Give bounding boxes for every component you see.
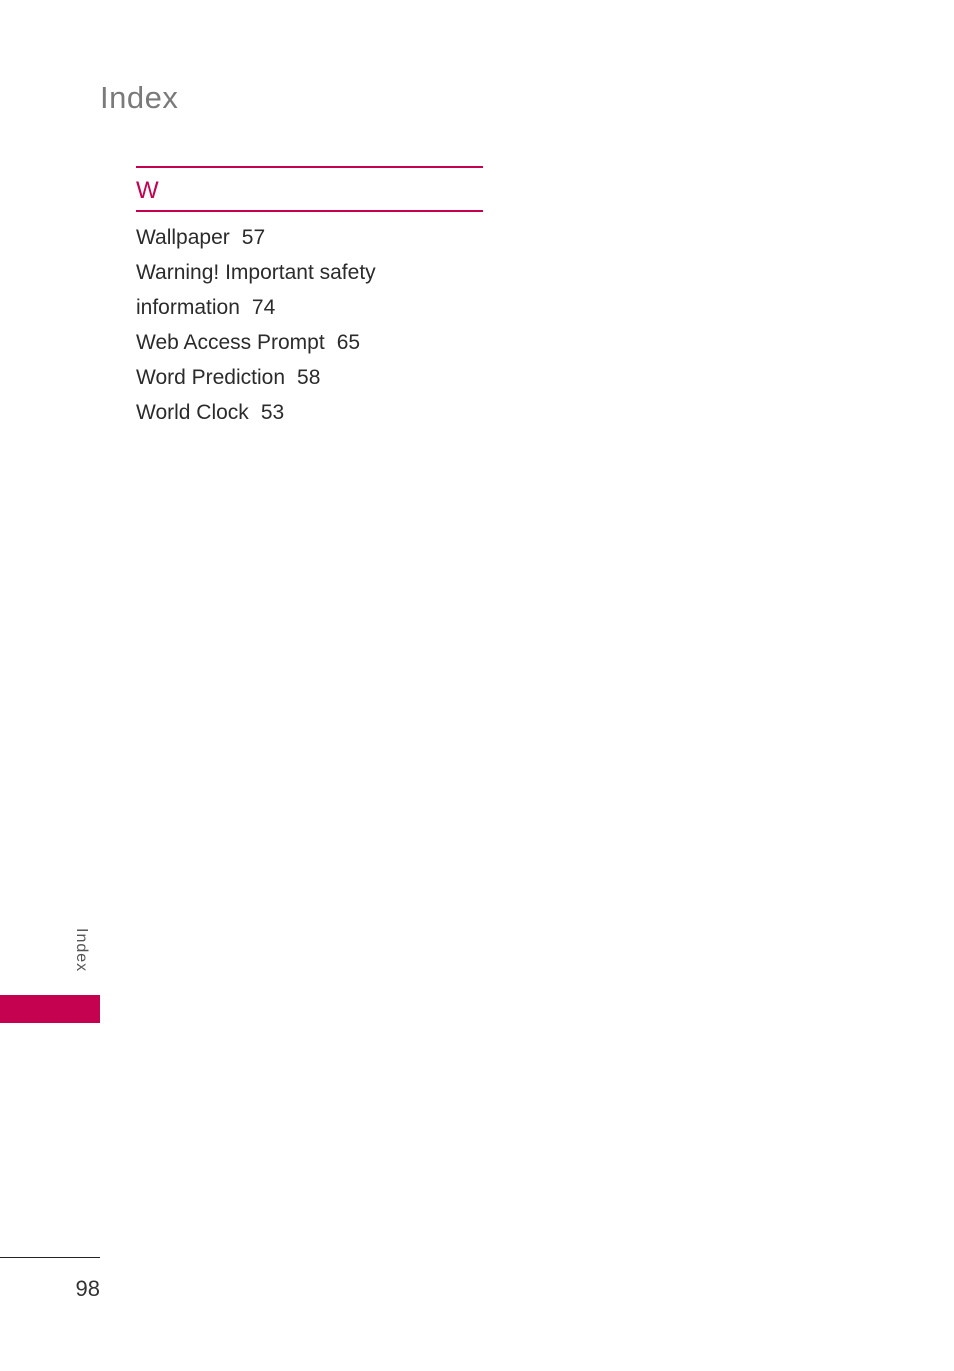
entry-term: World Clock	[136, 401, 249, 424]
index-entry[interactable]: Warning! Important safety	[136, 255, 483, 290]
index-entry[interactable]: Wallpaper 57	[136, 220, 483, 255]
page-number: 98	[75, 1276, 100, 1301]
side-section-label: Index	[73, 928, 90, 973]
index-section-w: W Wallpaper 57 Warning! Important safety …	[136, 166, 483, 430]
entry-term: Web Access Prompt	[136, 331, 325, 354]
entry-term: Warning! Important safety	[136, 261, 376, 284]
entry-page: 58	[297, 366, 321, 389]
index-entry[interactable]: Word Prediction 58	[136, 360, 483, 395]
entry-term: Wallpaper	[136, 226, 230, 249]
entry-term: Word Prediction	[136, 366, 286, 389]
side-section-tab	[0, 995, 100, 1023]
section-bottom-rule	[136, 210, 483, 212]
entry-page: 65	[336, 331, 361, 354]
index-entry[interactable]: Web Access Prompt 65	[136, 325, 483, 360]
index-entry[interactable]: information 74	[136, 290, 483, 325]
entry-page: 74	[251, 296, 276, 319]
entry-term: information	[136, 296, 240, 319]
entry-page: 57	[241, 226, 266, 249]
page-title: Index	[100, 80, 179, 115]
section-letter: W	[136, 177, 159, 204]
entry-page: 53	[260, 401, 285, 424]
footer-rule	[0, 1257, 100, 1258]
index-entry[interactable]: World Clock 53	[136, 395, 483, 430]
index-entries: Wallpaper 57 Warning! Important safety in…	[136, 220, 483, 430]
